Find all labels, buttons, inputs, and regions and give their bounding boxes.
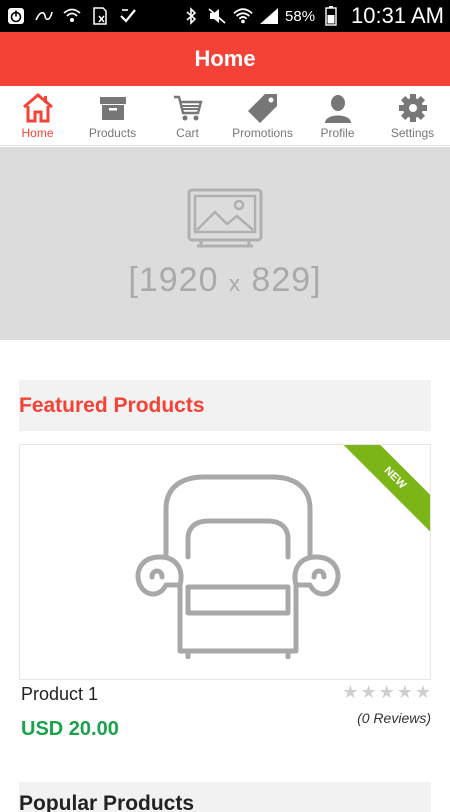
tab-label: Promotions xyxy=(232,126,293,140)
signal-icon xyxy=(259,6,279,26)
gear-icon xyxy=(396,92,430,124)
power-icon xyxy=(6,6,26,26)
armchair-icon xyxy=(130,473,346,664)
section-title: Featured Products xyxy=(19,393,205,417)
star-icon: ★ xyxy=(396,682,413,702)
tab-promotions[interactable]: Promotions xyxy=(225,86,300,145)
star-icon: ★ xyxy=(378,682,395,702)
archive-box-icon xyxy=(96,92,130,124)
app-bar: Home xyxy=(0,32,450,86)
page-title: Home xyxy=(194,46,256,71)
featured-section-header: Featured Products xyxy=(19,380,431,431)
section-title: Popular Products xyxy=(19,792,195,812)
popular-section-header: Popular Products xyxy=(19,782,431,812)
tab-label: Settings xyxy=(390,126,435,140)
banner-size-text: [1920 x 829] xyxy=(128,260,322,299)
tab-settings[interactable]: Settings xyxy=(375,86,450,145)
tab-cart[interactable]: Cart xyxy=(150,86,225,145)
tab-label: Cart xyxy=(176,126,199,140)
tab-label: Profile xyxy=(320,126,355,140)
new-badge: NEW xyxy=(339,445,430,534)
bluetooth-icon xyxy=(181,6,201,26)
tab-bar: Home Products Cart Promotions Profile Se… xyxy=(0,86,450,146)
tab-label: Products xyxy=(88,126,137,140)
tab-home[interactable]: Home xyxy=(0,86,75,145)
wifi-call-icon xyxy=(62,6,82,26)
mute-icon xyxy=(207,6,227,26)
cart-icon xyxy=(171,92,205,124)
product-card[interactable]: NEW xyxy=(19,444,431,680)
tag-icon xyxy=(246,92,280,124)
rating-stars: ★ ★ ★ ★ ★ xyxy=(342,682,431,703)
home-icon xyxy=(21,92,55,124)
banner-image[interactable]: [1920 x 829] xyxy=(0,147,450,340)
tab-label: Home xyxy=(21,126,54,140)
wifi-icon xyxy=(233,6,253,26)
status-bar: 58% 10:31 AM xyxy=(0,0,450,32)
image-placeholder-icon xyxy=(187,188,263,255)
battery-percent: 58% xyxy=(285,7,316,25)
product-name[interactable]: Product 1 xyxy=(21,684,98,705)
star-icon: ★ xyxy=(360,682,377,702)
check-icon xyxy=(118,6,138,26)
product-info: Product 1 USD 20.00 ★ ★ ★ ★ ★ (0 Reviews… xyxy=(19,682,431,752)
tab-products[interactable]: Products xyxy=(75,86,150,145)
battery-icon xyxy=(321,6,341,26)
product-price: USD 20.00 xyxy=(21,718,119,740)
star-icon: ★ xyxy=(342,682,359,702)
star-icon: ★ xyxy=(414,682,431,702)
sim-icon xyxy=(90,6,110,26)
nfc-icon xyxy=(34,6,54,26)
clock: 10:31 AM xyxy=(351,3,444,28)
review-count[interactable]: (0 Reviews) xyxy=(357,710,431,726)
person-icon xyxy=(321,92,355,124)
tab-profile[interactable]: Profile xyxy=(300,86,375,145)
